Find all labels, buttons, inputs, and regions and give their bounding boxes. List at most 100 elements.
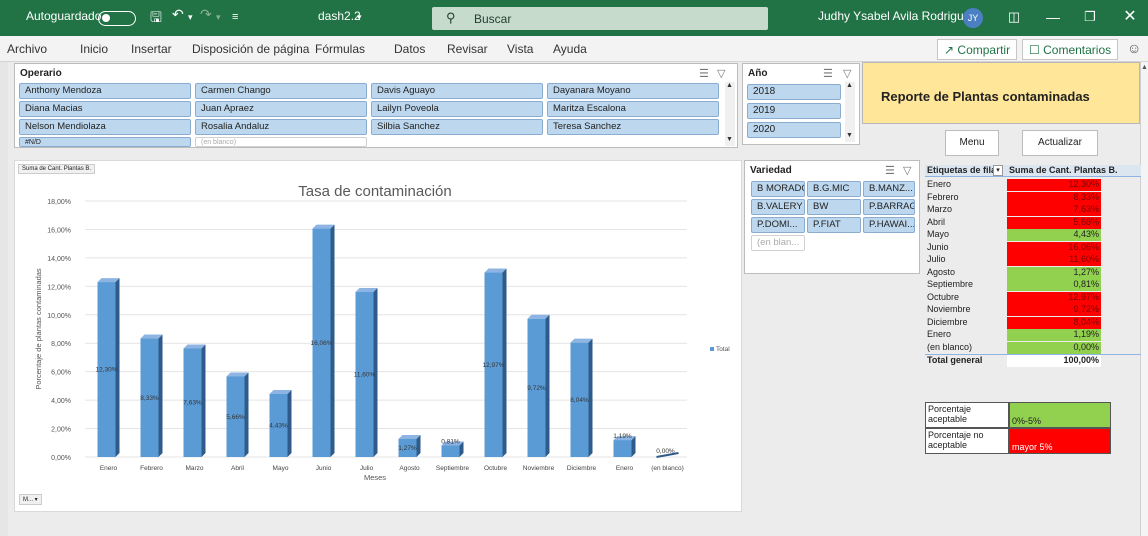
slicer-operario-scrollbar[interactable]: ▲ ▼ — [725, 82, 735, 146]
slicer-item[interactable]: Teresa Sanchez — [547, 119, 719, 135]
scroll-down-icon[interactable]: ▼ — [846, 132, 853, 139]
customize-toolbar-icon[interactable]: ≡ — [232, 11, 238, 23]
slicer-item[interactable]: Rosalia Andaluz — [195, 119, 367, 135]
axis-field-button[interactable]: M... ▾ — [19, 494, 42, 505]
tab-ayuda[interactable]: Ayuda — [553, 42, 587, 56]
tab-insertar[interactable]: Insertar — [131, 42, 172, 56]
tab-inicio[interactable]: Inicio — [80, 42, 108, 56]
tab-archivo[interactable]: Archivo — [7, 42, 47, 56]
redo-dropdown-icon[interactable]: ▾ — [216, 12, 221, 23]
pivot-row[interactable]: Octubre 12,97% — [925, 291, 1141, 304]
slicer-item[interactable]: #N/D — [19, 137, 191, 147]
search-input[interactable]: ⚲ Buscar — [432, 7, 768, 30]
y-tick-label: 0,00% — [51, 455, 71, 462]
scroll-up-icon[interactable]: ▲ — [846, 82, 853, 89]
pivot-row[interactable]: Junio 16,06% — [925, 241, 1141, 254]
minimize-icon[interactable]: — — [1043, 6, 1063, 28]
undo-icon[interactable]: ↶ — [172, 6, 184, 23]
autosave-toggle[interactable] — [98, 11, 136, 26]
slicer-item[interactable]: B MORADO — [751, 181, 805, 197]
tab-vista[interactable]: Vista — [507, 42, 533, 56]
vertical-scrollbar[interactable]: ▲ — [1140, 62, 1148, 536]
not-acceptable-label: Porcentaje no aceptable — [925, 428, 1009, 454]
slicer-item[interactable]: B.MANZ... — [863, 181, 915, 197]
slicer-item[interactable]: Dayanara Moyano — [547, 83, 719, 99]
comments-button[interactable]: ☐ Comentarios — [1022, 39, 1118, 60]
scroll-down-icon[interactable]: ▼ — [726, 136, 733, 143]
restore-icon[interactable]: ❐ — [1080, 6, 1100, 28]
slicer-item[interactable]: Davis Aguayo — [371, 83, 543, 99]
pivot-row[interactable]: Abril 5,68% — [925, 216, 1141, 229]
tab-revisar[interactable]: Revisar — [447, 42, 488, 56]
scroll-up-icon[interactable]: ▲ — [1141, 64, 1148, 71]
slicer-item[interactable]: Silbia Sanchez — [371, 119, 543, 135]
filter-dropdown-icon[interactable]: ▾ — [993, 165, 1003, 176]
pivot-row-label: (en blanco) — [927, 341, 973, 352]
x-tick-label: Septiembre — [436, 465, 470, 472]
avatar[interactable]: JY — [963, 8, 983, 28]
file-name[interactable]: dash2.2 — [318, 9, 361, 23]
actualizar-button[interactable]: Actualizar — [1022, 130, 1098, 156]
scroll-up-icon[interactable]: ▲ — [726, 82, 733, 89]
slicer-item[interactable]: Carmen Chango — [195, 83, 367, 99]
clear-filter-icon[interactable]: ▽ — [843, 67, 851, 80]
slicer-item[interactable]: P.FIAT — [807, 217, 861, 233]
filename-dropdown-icon[interactable]: ▾ — [357, 12, 362, 23]
undo-dropdown-icon[interactable]: ▾ — [188, 12, 193, 23]
pivot-row[interactable]: Enero 12,30% — [925, 179, 1141, 191]
pivot-row[interactable]: Mayo 4,43% — [925, 229, 1141, 241]
pivot-row[interactable]: Noviembre 9,72% — [925, 304, 1141, 316]
redo-icon[interactable]: ↷ — [200, 6, 212, 23]
pivot-row[interactable]: Julio 11,60% — [925, 254, 1141, 266]
slicer-anio-scrollbar[interactable]: ▲ ▼ — [845, 82, 855, 142]
close-icon[interactable]: ✕ — [1120, 6, 1140, 28]
clear-filter-icon[interactable]: ▽ — [717, 67, 725, 80]
slicer-item[interactable]: 2019 — [747, 103, 841, 119]
slicer-item[interactable]: 2018 — [747, 84, 841, 100]
tab-formulas[interactable]: Fórmulas — [315, 42, 365, 56]
pivot-chart[interactable]: Suma de Cant. Plantas B. Tasa de contami… — [14, 160, 742, 512]
menu-button[interactable]: Menu — [945, 130, 999, 156]
slicer-item[interactable]: P.HAWAI... — [863, 217, 915, 233]
slicer-item[interactable]: Diana Macias — [19, 101, 191, 117]
slicer-item[interactable]: B.G.MIC — [807, 181, 861, 197]
clear-filter-icon[interactable]: ▽ — [903, 164, 911, 177]
slicer-item[interactable]: Maritza Escalona — [547, 101, 719, 117]
chart-value-field-tag[interactable]: Suma de Cant. Plantas B. — [18, 164, 96, 174]
pivot-row[interactable]: Total general 100,00% — [925, 354, 1141, 367]
ribbon-display-icon[interactable]: ◫ — [1004, 6, 1024, 28]
multiselect-icon[interactable]: ☰ — [699, 67, 709, 80]
feedback-smiley-icon[interactable]: ☺ — [1127, 40, 1141, 56]
pivot-row-value: 16,06% — [1007, 241, 1101, 254]
tab-disposicion[interactable]: Disposición de página — [192, 42, 309, 56]
tab-datos[interactable]: Datos — [394, 42, 425, 56]
multiselect-icon[interactable]: ☰ — [885, 164, 895, 177]
slicer-item[interactable]: B.VALERY — [751, 199, 805, 215]
pivot-row[interactable]: Marzo 7,63% — [925, 204, 1141, 216]
pivot-row[interactable]: Enero 1,19% — [925, 329, 1141, 341]
slicer-item[interactable]: P.BARRAG — [863, 199, 915, 215]
slicer-item[interactable]: BW — [807, 199, 861, 215]
share-button[interactable]: ↗ Compartir — [937, 39, 1017, 60]
slicer-item[interactable]: P.DOMI... — [751, 217, 805, 233]
user-name[interactable]: Judhy Ysabel Avila Rodriguez — [818, 9, 976, 23]
pivot-row[interactable]: Septiembre 0,81% — [925, 279, 1141, 291]
bar-side — [287, 389, 292, 457]
y-tick-label: 16,00% — [47, 227, 71, 234]
slicer-variedad: Variedad ☰ ▽ B MORADO B.G.MIC B.MANZ... … — [744, 160, 920, 274]
slicer-item[interactable]: 2020 — [747, 122, 841, 138]
pivot-row-value: 11,60% — [1007, 254, 1101, 266]
pivot-row[interactable]: (en blanco) 0,00% — [925, 341, 1141, 354]
pivot-row[interactable]: Febrero 8,33% — [925, 191, 1141, 204]
slicer-item[interactable]: Lailyn Poveola — [371, 101, 543, 117]
slicer-item[interactable]: Juan Apraez — [195, 101, 367, 117]
pivot-row[interactable]: Agosto 1,27% — [925, 266, 1141, 279]
save-icon[interactable]: 🖫 — [150, 7, 162, 31]
multiselect-icon[interactable]: ☰ — [823, 67, 833, 80]
legend-label: Total — [716, 346, 730, 353]
pivot-row[interactable]: Diciembre 8,04% — [925, 316, 1141, 329]
slicer-item[interactable]: (en blanco) — [195, 137, 367, 147]
slicer-item[interactable]: (en blan... — [751, 235, 805, 251]
slicer-item[interactable]: Nelson Mendiolaza — [19, 119, 191, 135]
slicer-item[interactable]: Anthony Mendoza — [19, 83, 191, 99]
